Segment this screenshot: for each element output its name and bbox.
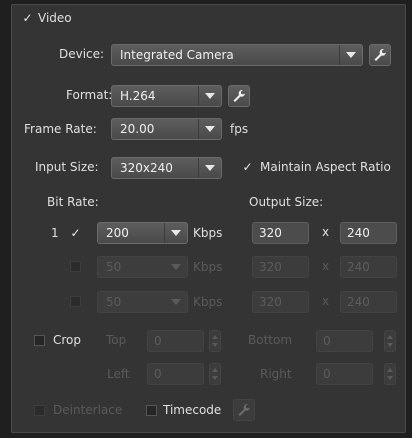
fps-unit: fps — [230, 122, 249, 136]
output-width-value: 320 — [259, 226, 282, 240]
output-height-value: 240 — [347, 226, 370, 240]
frame-rate-value: 20.00 — [120, 122, 155, 136]
crop-top-label: Top — [106, 333, 127, 347]
chevron-down-icon — [339, 45, 362, 65]
chevron-down-icon — [164, 223, 187, 243]
input-size-value: 320x240 — [120, 161, 173, 175]
crop-top-stepper[interactable] — [209, 330, 221, 352]
bitrate-value: 50 — [106, 295, 122, 309]
output-width-input[interactable]: 320 — [252, 222, 309, 244]
timecode-label: Timecode — [163, 403, 222, 417]
crop-label: Crop — [53, 333, 82, 347]
input-size-label: Input Size: — [35, 160, 99, 174]
bitrate-select[interactable]: 50 — [97, 291, 188, 313]
format-label: Format: — [66, 88, 113, 102]
bit-rate-header: Bit Rate: — [47, 195, 99, 209]
bitrate-value: 200 — [106, 226, 129, 240]
size-separator: x — [322, 259, 330, 273]
video-label: Video — [38, 11, 72, 25]
chevron-down-icon — [198, 86, 221, 106]
maintain-aspect-label: Maintain Aspect Ratio — [260, 160, 391, 174]
maintain-aspect-checkbox[interactable]: ✓ — [242, 161, 253, 173]
crop-left-label: Left — [107, 367, 130, 381]
crop-right-stepper[interactable] — [384, 363, 396, 385]
crop-right-input[interactable]: 0 — [316, 363, 373, 385]
chevron-down-icon — [198, 158, 221, 178]
timecode-checkbox[interactable] — [146, 405, 157, 416]
wrench-icon — [233, 90, 245, 102]
frame-rate-label: Frame Rate: — [24, 122, 97, 136]
crop-bottom-stepper[interactable] — [384, 330, 396, 352]
chevron-down-icon — [164, 257, 187, 277]
video-checkbox[interactable]: ✓ — [22, 12, 33, 24]
output-height-value: 240 — [347, 295, 370, 309]
crop-left-stepper[interactable] — [209, 363, 221, 385]
wrench-icon — [238, 404, 250, 416]
output-height-input[interactable]: 240 — [340, 256, 397, 278]
stream-enable-checkbox[interactable]: ✓ — [70, 227, 81, 239]
kbps-unit: Kbps — [193, 226, 223, 240]
kbps-unit: Kbps — [193, 260, 223, 274]
stream-enable-checkbox[interactable] — [70, 296, 81, 307]
output-height-input[interactable]: 240 — [340, 291, 397, 313]
output-width-value: 320 — [259, 260, 282, 274]
deinterlace-label: Deinterlace — [53, 403, 123, 417]
wrench-icon — [374, 49, 386, 61]
input-size-select[interactable]: 320x240 — [111, 157, 222, 179]
format-settings-button[interactable] — [228, 85, 250, 107]
output-width-input[interactable]: 320 — [252, 256, 309, 278]
device-select-value: Integrated Camera — [120, 48, 234, 62]
size-separator: x — [322, 294, 330, 308]
crop-left-input[interactable]: 0 — [147, 363, 204, 385]
format-select-value: H.264 — [120, 89, 156, 103]
bitrate-select[interactable]: 200 — [97, 222, 188, 244]
chevron-down-icon — [164, 292, 187, 312]
crop-right-value: 0 — [323, 367, 331, 381]
kbps-unit: Kbps — [193, 295, 223, 309]
deinterlace-checkbox[interactable] — [34, 405, 45, 416]
bitrate-select[interactable]: 50 — [97, 256, 188, 278]
stream-index: 1 — [51, 226, 59, 240]
output-width-input[interactable]: 320 — [252, 291, 309, 313]
device-settings-button[interactable] — [369, 44, 391, 66]
device-label: Device: — [59, 47, 105, 61]
crop-bottom-label: Bottom — [248, 333, 293, 347]
bitrate-value: 50 — [106, 260, 122, 274]
crop-left-value: 0 — [154, 367, 162, 381]
chevron-down-icon — [198, 119, 221, 139]
size-separator: x — [322, 225, 330, 239]
output-width-value: 320 — [259, 295, 282, 309]
output-size-header: Output Size: — [249, 195, 324, 209]
output-height-value: 240 — [347, 260, 370, 274]
crop-top-value: 0 — [154, 334, 162, 348]
crop-bottom-value: 0 — [323, 334, 331, 348]
crop-bottom-input[interactable]: 0 — [316, 330, 373, 352]
format-select[interactable]: H.264 — [111, 85, 222, 107]
timecode-settings-button[interactable] — [233, 399, 255, 421]
frame-rate-select[interactable]: 20.00 — [111, 118, 222, 140]
output-height-input[interactable]: 240 — [340, 222, 397, 244]
stream-enable-checkbox[interactable] — [70, 261, 81, 272]
crop-right-label: Right — [260, 367, 292, 381]
device-select[interactable]: Integrated Camera — [111, 44, 363, 66]
crop-checkbox[interactable] — [34, 335, 45, 346]
crop-top-input[interactable]: 0 — [147, 330, 204, 352]
